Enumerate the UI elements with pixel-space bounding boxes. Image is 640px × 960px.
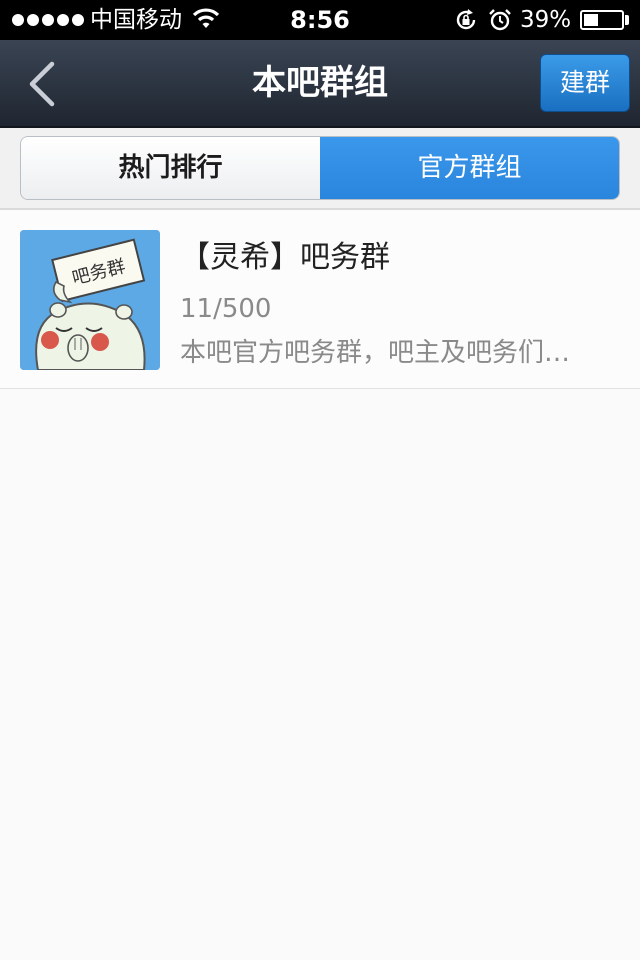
segmented-control: 热门排行 官方群组 xyxy=(20,136,620,200)
tab-official-groups[interactable]: 官方群组 xyxy=(320,137,619,199)
tab-bar-container: 热门排行 官方群组 xyxy=(0,128,640,210)
battery-percent: 39% xyxy=(520,7,572,33)
battery-fill xyxy=(584,14,598,26)
alarm-icon xyxy=(489,9,511,31)
battery-icon xyxy=(580,10,624,30)
group-name: 【灵希】吧务群 xyxy=(180,240,390,275)
navigation-bar: 本吧群组 建群 xyxy=(0,40,640,128)
group-description: 本吧官方吧务群，吧主及吧务们… xyxy=(180,338,571,368)
group-member-count: 11/500 xyxy=(180,294,272,324)
battery-nub xyxy=(625,15,629,25)
status-bar: 中国移动 8:56 39% xyxy=(0,0,640,40)
group-avatar[interactable]: 吧务群 xyxy=(20,230,160,370)
rotation-lock-icon xyxy=(456,9,476,30)
group-list-item[interactable]: 吧务群 【灵希】吧务群 11/500 本吧官方吧务群，吧主及吧务们… xyxy=(0,210,640,389)
create-group-button[interactable]: 建群 xyxy=(540,54,630,112)
tab-hot-ranking[interactable]: 热门排行 xyxy=(21,137,320,199)
group-list: 吧务群 【灵希】吧务群 11/500 本吧官方吧务群，吧主及吧务们… xyxy=(0,210,640,389)
group-avatar-illustration: 吧务群 xyxy=(20,230,160,370)
